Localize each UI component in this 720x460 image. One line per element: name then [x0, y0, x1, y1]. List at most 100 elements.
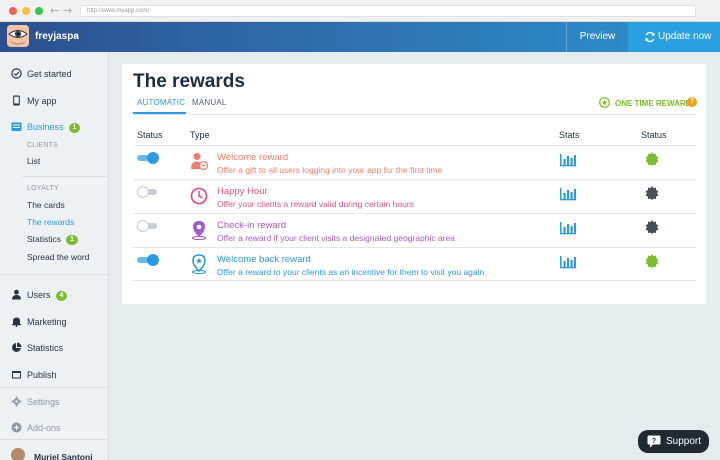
status-toggle[interactable]	[137, 254, 159, 266]
app-logo-icon	[7, 25, 29, 47]
pie-chart-icon	[12, 342, 22, 352]
tab-manual[interactable]: MANUAL	[192, 98, 227, 107]
check-circle-icon	[11, 68, 22, 79]
sidebar-item-get-started[interactable]: Get started	[0, 64, 109, 84]
sidebar-item-publish[interactable]: Publish	[0, 365, 109, 385]
sidebar-item-label: Marketing	[27, 317, 67, 327]
app-avatar[interactable]	[7, 25, 29, 47]
sidebar: Get started My app Business 1 CLIENTS Lis…	[0, 52, 109, 460]
map-pin-icon	[192, 221, 206, 240]
back-arrow-icon[interactable]: ←	[50, 4, 59, 17]
status-toggle[interactable]	[137, 220, 159, 232]
publish-icon	[12, 371, 21, 379]
rewards-panel: The rewards AUTOMATIC MANUAL ONE TIME RE…	[122, 64, 706, 304]
users-badge: 4	[55, 291, 68, 301]
statistics-badge: 1	[66, 235, 78, 245]
tab-automatic[interactable]: AUTOMATIC	[137, 98, 185, 107]
support-label: Support	[666, 436, 702, 447]
sidebar-subitem-the-rewards[interactable]: The rewards	[27, 217, 74, 227]
status-seal-icon	[645, 254, 659, 268]
sidebar-divider	[0, 439, 108, 440]
sidebar-item-statistics[interactable]: Statistics	[0, 338, 109, 358]
sidebar-subitem-the-cards[interactable]: The cards	[27, 200, 65, 210]
chat-bubble-icon: ?	[647, 435, 661, 448]
bar-chart-icon[interactable]	[559, 186, 577, 201]
chevron-down-icon[interactable]: ⌄	[72, 30, 80, 40]
star-pin-icon	[192, 254, 206, 274]
user-name: Muriel Santoni	[34, 452, 93, 460]
preview-button[interactable]: Preview	[566, 22, 628, 52]
sidebar-item-label: Statistics	[27, 343, 64, 353]
sidebar-subitem-list[interactable]: List	[27, 156, 40, 166]
browser-chrome: ← → http://www.myapp.com/	[0, 0, 720, 22]
svg-text:?: ?	[652, 438, 656, 445]
bar-chart-icon[interactable]	[559, 152, 577, 167]
status-toggle[interactable]	[137, 152, 159, 164]
support-button[interactable]: ? Support	[638, 430, 709, 453]
sidebar-item-label: Users 4	[27, 290, 68, 301]
reward-description: Offer a reward to your clients as an inc…	[217, 267, 485, 277]
bar-chart-icon[interactable]	[559, 220, 577, 235]
one-time-reward-label: ONE TIME REWARD	[615, 99, 692, 108]
top-bar: freyjaspa ⌄ Preview Update now	[0, 22, 720, 52]
sidebar-item-my-app[interactable]: My app	[0, 91, 109, 111]
address-bar[interactable]: http://www.myapp.com/	[80, 5, 696, 17]
sidebar-item-label: Publish	[27, 370, 57, 380]
table-row: Welcome reward Offer a gift to all users…	[133, 145, 696, 179]
reward-title[interactable]: Check-in reward	[217, 220, 286, 231]
bell-icon	[12, 317, 21, 327]
sidebar-item-settings[interactable]: Settings	[0, 392, 109, 412]
help-icon[interactable]: ?	[687, 97, 697, 107]
sidebar-item-label: My app	[27, 96, 57, 106]
window-maximize-dot[interactable]	[35, 7, 43, 15]
sidebar-item-business[interactable]: Business 1	[0, 117, 109, 137]
reward-description: Offer a gift to all users logging into y…	[217, 165, 443, 175]
table-row: Check-in reward Offer a reward if your c…	[133, 213, 696, 247]
column-header-status-right: Status	[641, 130, 667, 140]
refresh-icon	[645, 31, 655, 43]
clients-group-heading: CLIENTS	[27, 142, 58, 149]
column-header-type: Type	[190, 130, 210, 140]
gift-person-icon	[191, 153, 208, 171]
star-badge-icon	[599, 97, 610, 108]
business-badge: 1	[68, 123, 81, 133]
clock-icon	[190, 187, 208, 205]
sidebar-divider	[0, 274, 108, 275]
status-seal-icon	[645, 152, 659, 166]
table-row: Welcome back reward Offer a reward to yo…	[133, 247, 696, 281]
sidebar-item-label: Get started	[27, 69, 72, 79]
forward-arrow-icon[interactable]: →	[63, 4, 72, 17]
column-header-status: Status	[137, 130, 163, 140]
status-seal-icon	[645, 186, 659, 200]
sidebar-divider	[0, 387, 108, 388]
sidebar-divider	[22, 176, 108, 177]
reward-description: Offer a reward if your client visits a d…	[217, 233, 455, 243]
update-now-button[interactable]: Update now	[628, 22, 720, 52]
sidebar-item-users[interactable]: Users 4	[0, 285, 109, 305]
reward-title[interactable]: Welcome reward	[217, 152, 288, 163]
sidebar-item-label: Settings	[27, 397, 60, 407]
status-seal-icon	[645, 220, 659, 234]
status-toggle[interactable]	[137, 186, 159, 198]
table-row: Happy Hour Offer your clients a reward v…	[133, 179, 696, 213]
reward-title[interactable]: Welcome back reward	[217, 254, 311, 265]
bar-chart-icon[interactable]	[559, 254, 577, 269]
business-icon	[11, 122, 22, 131]
page-title: The rewards	[133, 71, 245, 92]
update-now-label: Update now	[658, 31, 712, 42]
loyalty-group-heading: LOYALTY	[27, 185, 59, 192]
window-close-dot[interactable]	[9, 7, 17, 15]
sidebar-item-addons[interactable]: Add-ons	[0, 418, 109, 438]
tab-divider	[133, 114, 696, 115]
phone-icon	[13, 95, 20, 106]
sidebar-item-marketing[interactable]: Marketing	[0, 312, 109, 332]
gear-icon	[11, 396, 22, 407]
reward-title[interactable]: Happy Hour	[217, 186, 268, 197]
column-header-stats: Stats	[559, 130, 580, 140]
window-minimize-dot[interactable]	[22, 7, 30, 15]
sidebar-subitem-spread-the-word[interactable]: Spread the word	[27, 252, 89, 262]
sidebar-subitem-statistics[interactable]: Statistics 1	[27, 234, 78, 245]
plus-circle-icon	[11, 422, 22, 433]
sidebar-item-label: Business 1	[27, 122, 81, 133]
avatar	[11, 448, 25, 460]
